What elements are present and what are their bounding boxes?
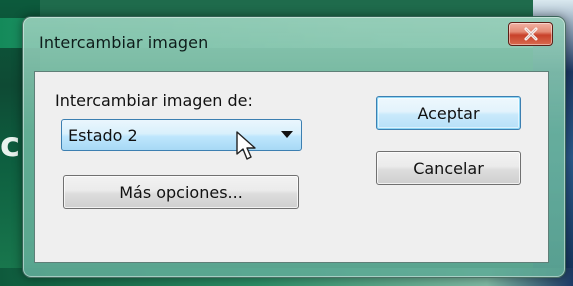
arrow-cursor-icon	[236, 131, 256, 160]
close-button[interactable]	[508, 22, 553, 46]
state-select-value: Estado 2	[68, 125, 138, 145]
more-options-button[interactable]: Más opciones...	[63, 175, 299, 209]
swap-image-from-label: Intercambiar imagen de:	[55, 91, 253, 110]
accept-label: Aceptar	[417, 103, 480, 123]
state-select[interactable]: Estado 2	[61, 119, 302, 151]
dialog-title: Intercambiar imagen	[39, 33, 209, 52]
cancel-button[interactable]: Cancelar	[376, 151, 521, 185]
background-partial-text: c	[0, 125, 21, 165]
accept-button[interactable]: Aceptar	[376, 96, 521, 130]
more-options-label: Más opciones...	[119, 182, 243, 202]
cancel-label: Cancelar	[413, 158, 484, 178]
dialog-window: Intercambiar imagen Intercambiar imagen …	[22, 16, 566, 278]
dropdown-arrow-icon	[281, 131, 293, 138]
close-x-icon	[524, 27, 537, 41]
